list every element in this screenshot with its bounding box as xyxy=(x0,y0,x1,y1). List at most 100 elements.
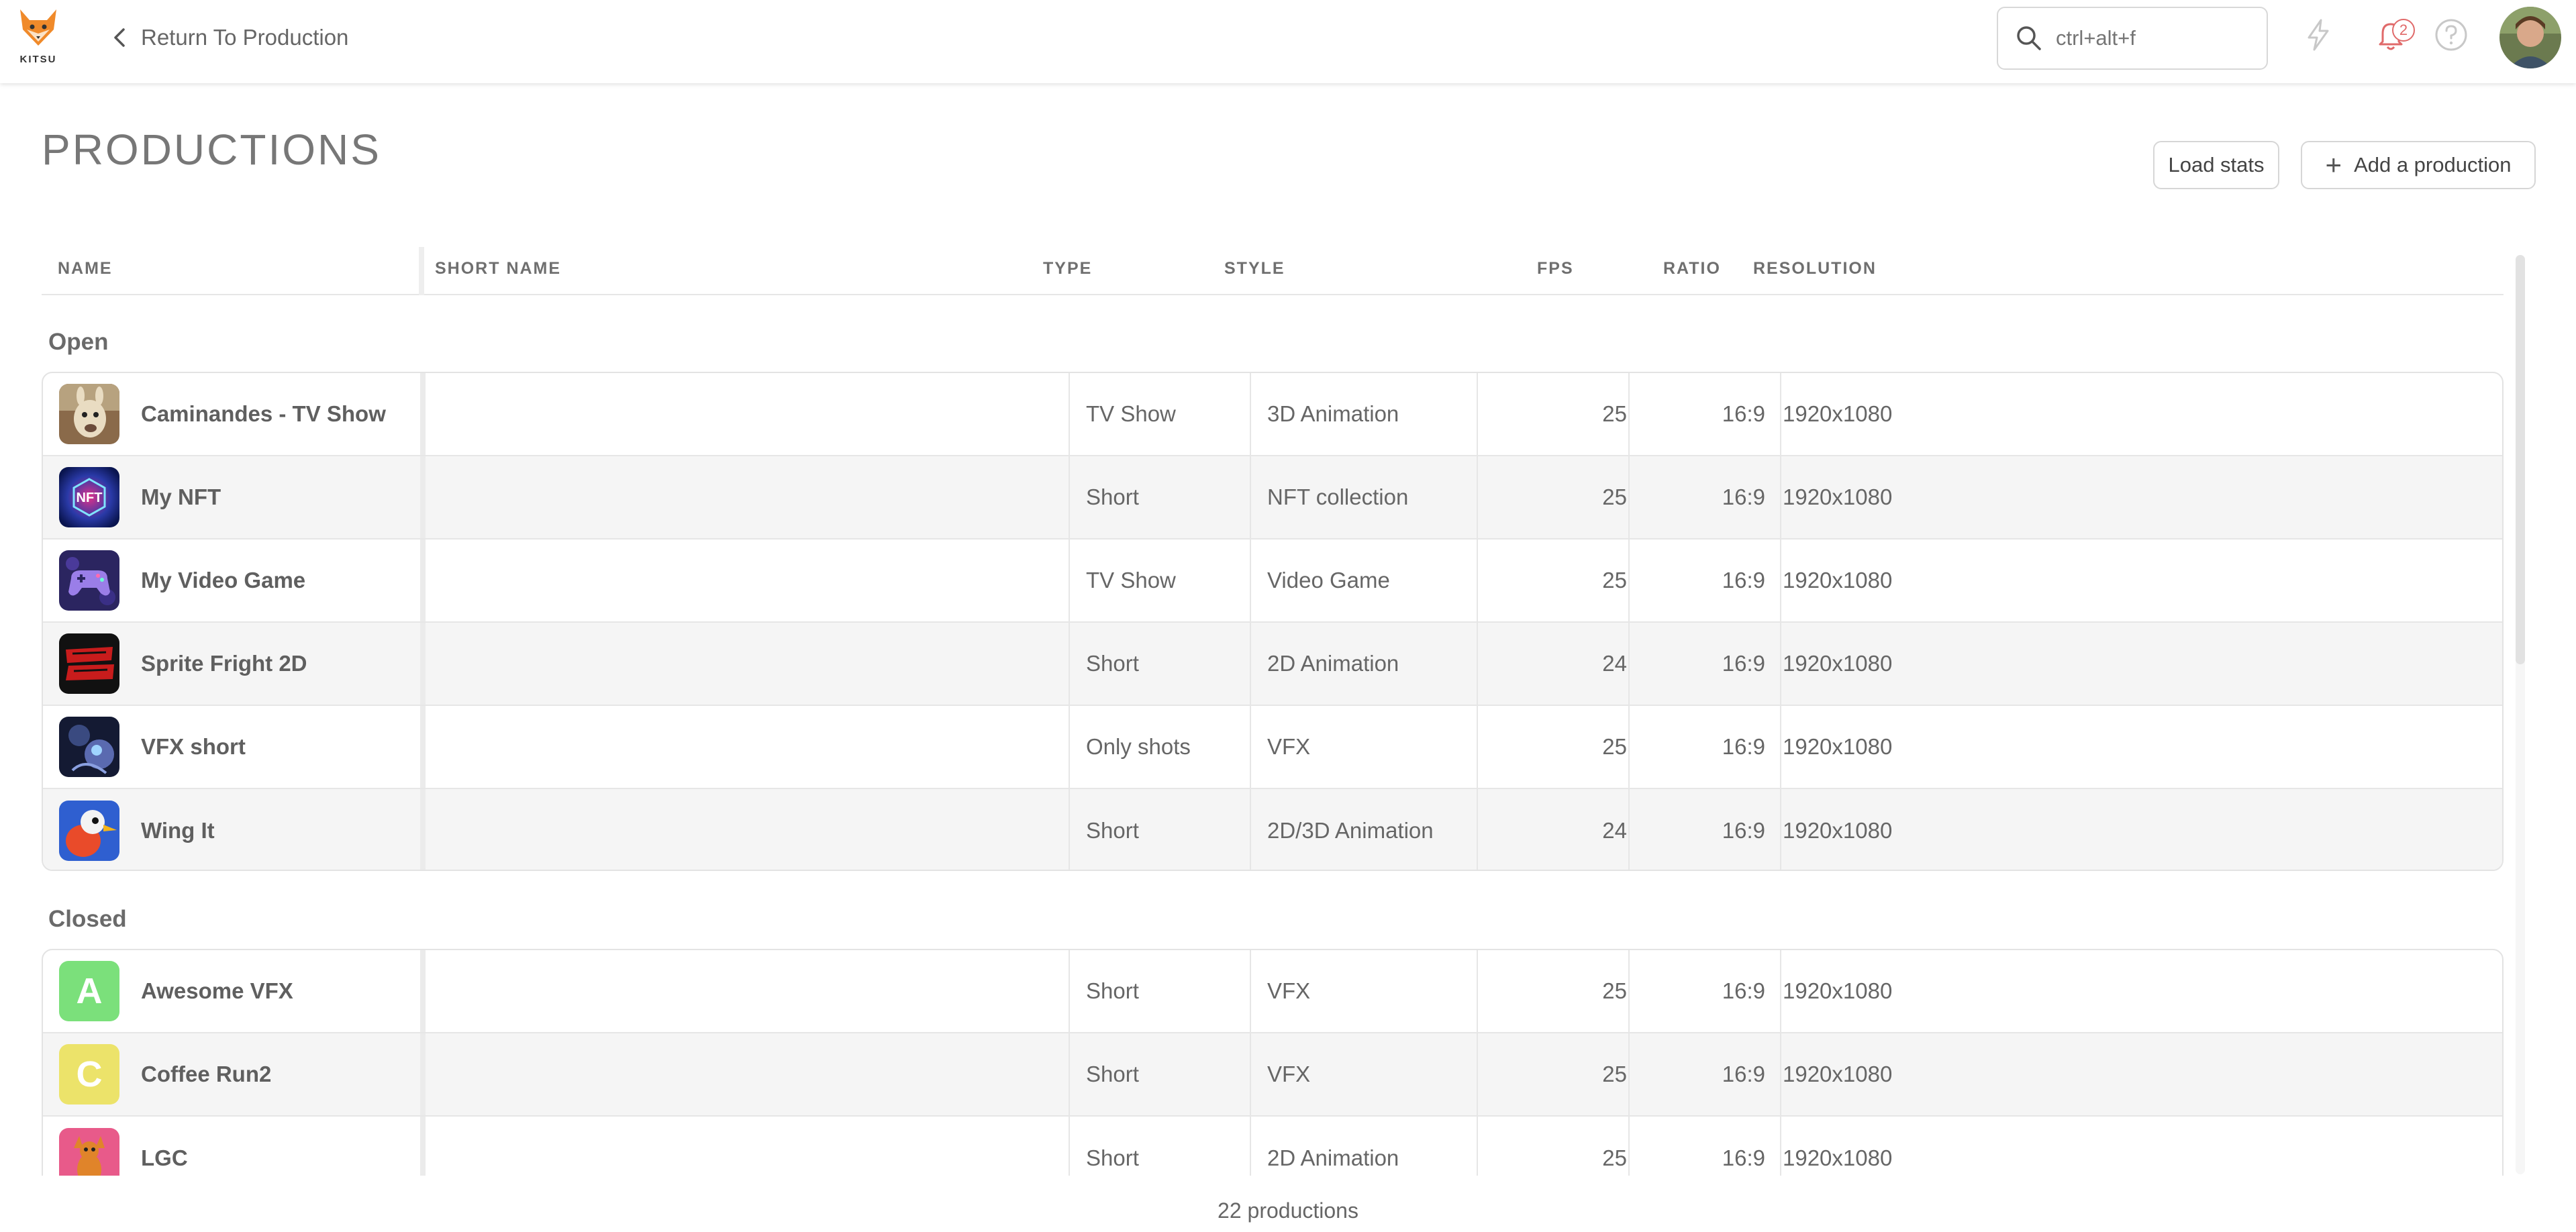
column-header-name[interactable]: NAME xyxy=(58,259,113,278)
production-name: Wing It xyxy=(141,818,215,843)
short-name-cell xyxy=(426,1033,1070,1115)
gamepad-icon xyxy=(59,550,119,611)
style-cell: 2D Animation xyxy=(1251,623,1478,705)
search-input[interactable] xyxy=(2056,26,2257,50)
production-name: Sprite Fright 2D xyxy=(141,651,307,676)
type-cell: Short xyxy=(1070,950,1251,1032)
add-production-label: Add a production xyxy=(2354,153,2512,176)
table-row[interactable]: My Video Game TV Show Video Game 25 16:9… xyxy=(43,540,2502,623)
short-name-cell xyxy=(426,623,1070,705)
style-cell: 2D/3D Animation xyxy=(1251,789,1478,870)
closed-productions-table: A Awesome VFX Short VFX 25 16:9 1920x108… xyxy=(42,949,2504,1204)
style-cell: 3D Animation xyxy=(1251,373,1478,455)
type-cell: Short xyxy=(1070,1033,1251,1115)
column-header-type[interactable]: TYPE xyxy=(1043,259,1092,278)
ratio-cell: 16:9 xyxy=(1630,706,1781,788)
plus-icon: + xyxy=(2325,149,2342,181)
style-cell: VFX xyxy=(1251,1033,1478,1115)
resolution-cell: 1920x1080 xyxy=(1783,978,1893,1003)
group-label-open: Open xyxy=(48,329,109,355)
fox-logo-icon xyxy=(20,9,56,46)
column-header-ratio[interactable]: RATIO xyxy=(1663,259,1721,278)
type-cell: Short xyxy=(1070,789,1251,870)
quick-action-button[interactable] xyxy=(2297,13,2340,56)
name-cell: C Coffee Run2 xyxy=(43,1033,420,1115)
user-avatar[interactable] xyxy=(2499,7,2561,68)
name-cell: My Video Game xyxy=(43,540,420,621)
short-name-cell xyxy=(426,456,1070,538)
short-name-cell xyxy=(426,373,1070,455)
fps-cell: 24 xyxy=(1478,623,1630,705)
column-header-style[interactable]: STYLE xyxy=(1224,259,1285,278)
column-separator xyxy=(420,540,426,621)
kitsu-logo[interactable]: KITSU xyxy=(16,7,60,68)
return-to-production-link[interactable]: Return To Production xyxy=(110,19,348,56)
column-separator xyxy=(420,789,426,870)
bird-icon xyxy=(59,801,119,861)
ratio-cell: 16:9 xyxy=(1630,789,1781,870)
resolution-cell: 1920x1080 xyxy=(1783,651,1893,676)
production-thumbnail: NFT xyxy=(59,467,119,527)
resolution-cell: 1920x1080 xyxy=(1783,818,1893,843)
type-cell: Short xyxy=(1070,456,1251,538)
table-row[interactable]: Caminandes - TV Show TV Show 3D Animatio… xyxy=(43,373,2502,456)
add-production-button[interactable]: + Add a production xyxy=(2301,141,2536,189)
production-count: 22 productions xyxy=(1218,1198,1358,1223)
production-thumbnail xyxy=(59,633,119,694)
table-row[interactable]: NFT My NFT Short NFT collection 25 16:9 … xyxy=(43,456,2502,540)
production-thumbnail: C xyxy=(59,1044,119,1105)
production-name: LGC xyxy=(141,1145,188,1170)
production-name: My NFT xyxy=(141,484,221,509)
ratio-cell: 16:9 xyxy=(1630,456,1781,538)
svg-text:NFT: NFT xyxy=(77,491,103,505)
table-row[interactable]: C Coffee Run2 Short VFX 25 16:9 1920x108… xyxy=(43,1033,2502,1117)
name-cell: VFX short xyxy=(43,706,420,788)
table-row[interactable]: Sprite Fright 2D Short 2D Animation 24 1… xyxy=(43,623,2502,706)
column-resize-handle[interactable] xyxy=(419,247,424,295)
name-cell: Sprite Fright 2D xyxy=(43,623,420,705)
fps-cell: 25 xyxy=(1478,540,1630,621)
ratio-cell: 16:9 xyxy=(1630,540,1781,621)
resolution-cell: 1920x1080 xyxy=(1783,484,1893,509)
resolution-cell: 1920x1080 xyxy=(1783,568,1893,593)
sprite-fright-icon xyxy=(59,633,119,694)
short-name-cell xyxy=(426,540,1070,621)
type-cell: TV Show xyxy=(1070,540,1251,621)
llama-icon xyxy=(59,384,119,444)
production-name: Caminandes - TV Show xyxy=(141,401,386,426)
table-row[interactable]: Wing It Short 2D/3D Animation 24 16:9 19… xyxy=(43,789,2502,870)
production-thumbnail xyxy=(59,384,119,444)
column-separator xyxy=(420,1033,426,1115)
ratio-cell: 16:9 xyxy=(1630,623,1781,705)
style-cell: VFX xyxy=(1251,950,1478,1032)
production-thumbnail: A xyxy=(59,961,119,1021)
notifications-button[interactable]: 2 xyxy=(2369,13,2415,56)
column-header-resolution[interactable]: RESOLUTION xyxy=(1753,259,1877,278)
table-row[interactable]: VFX short Only shots VFX 25 16:9 1920x10… xyxy=(43,706,2502,789)
column-header-short-name[interactable]: SHORT NAME xyxy=(435,259,561,278)
fps-cell: 25 xyxy=(1478,373,1630,455)
table-row[interactable]: A Awesome VFX Short VFX 25 16:9 1920x108… xyxy=(43,950,2502,1033)
group-label-closed: Closed xyxy=(48,906,127,932)
column-separator xyxy=(420,456,426,538)
production-thumbnail xyxy=(59,550,119,611)
column-separator xyxy=(420,623,426,705)
letter-avatar: C xyxy=(59,1044,119,1105)
type-cell: TV Show xyxy=(1070,373,1251,455)
fps-cell: 24 xyxy=(1478,789,1630,870)
search-icon xyxy=(2017,26,2041,50)
help-button[interactable] xyxy=(2430,13,2473,56)
nft-icon: NFT xyxy=(59,467,119,527)
name-cell: A Awesome VFX xyxy=(43,950,420,1032)
short-name-cell xyxy=(426,950,1070,1032)
letter-avatar: A xyxy=(59,961,119,1021)
short-name-cell xyxy=(426,706,1070,788)
page-title: PRODUCTIONS xyxy=(42,125,381,174)
lightning-icon xyxy=(2308,19,2329,51)
user-photo-icon xyxy=(2499,7,2561,68)
load-stats-button[interactable]: Load stats xyxy=(2153,141,2279,189)
column-header-fps[interactable]: FPS xyxy=(1537,259,1574,278)
search-box[interactable] xyxy=(1997,7,2268,70)
style-cell: NFT collection xyxy=(1251,456,1478,538)
scrollbar-thumb[interactable] xyxy=(2516,255,2525,664)
